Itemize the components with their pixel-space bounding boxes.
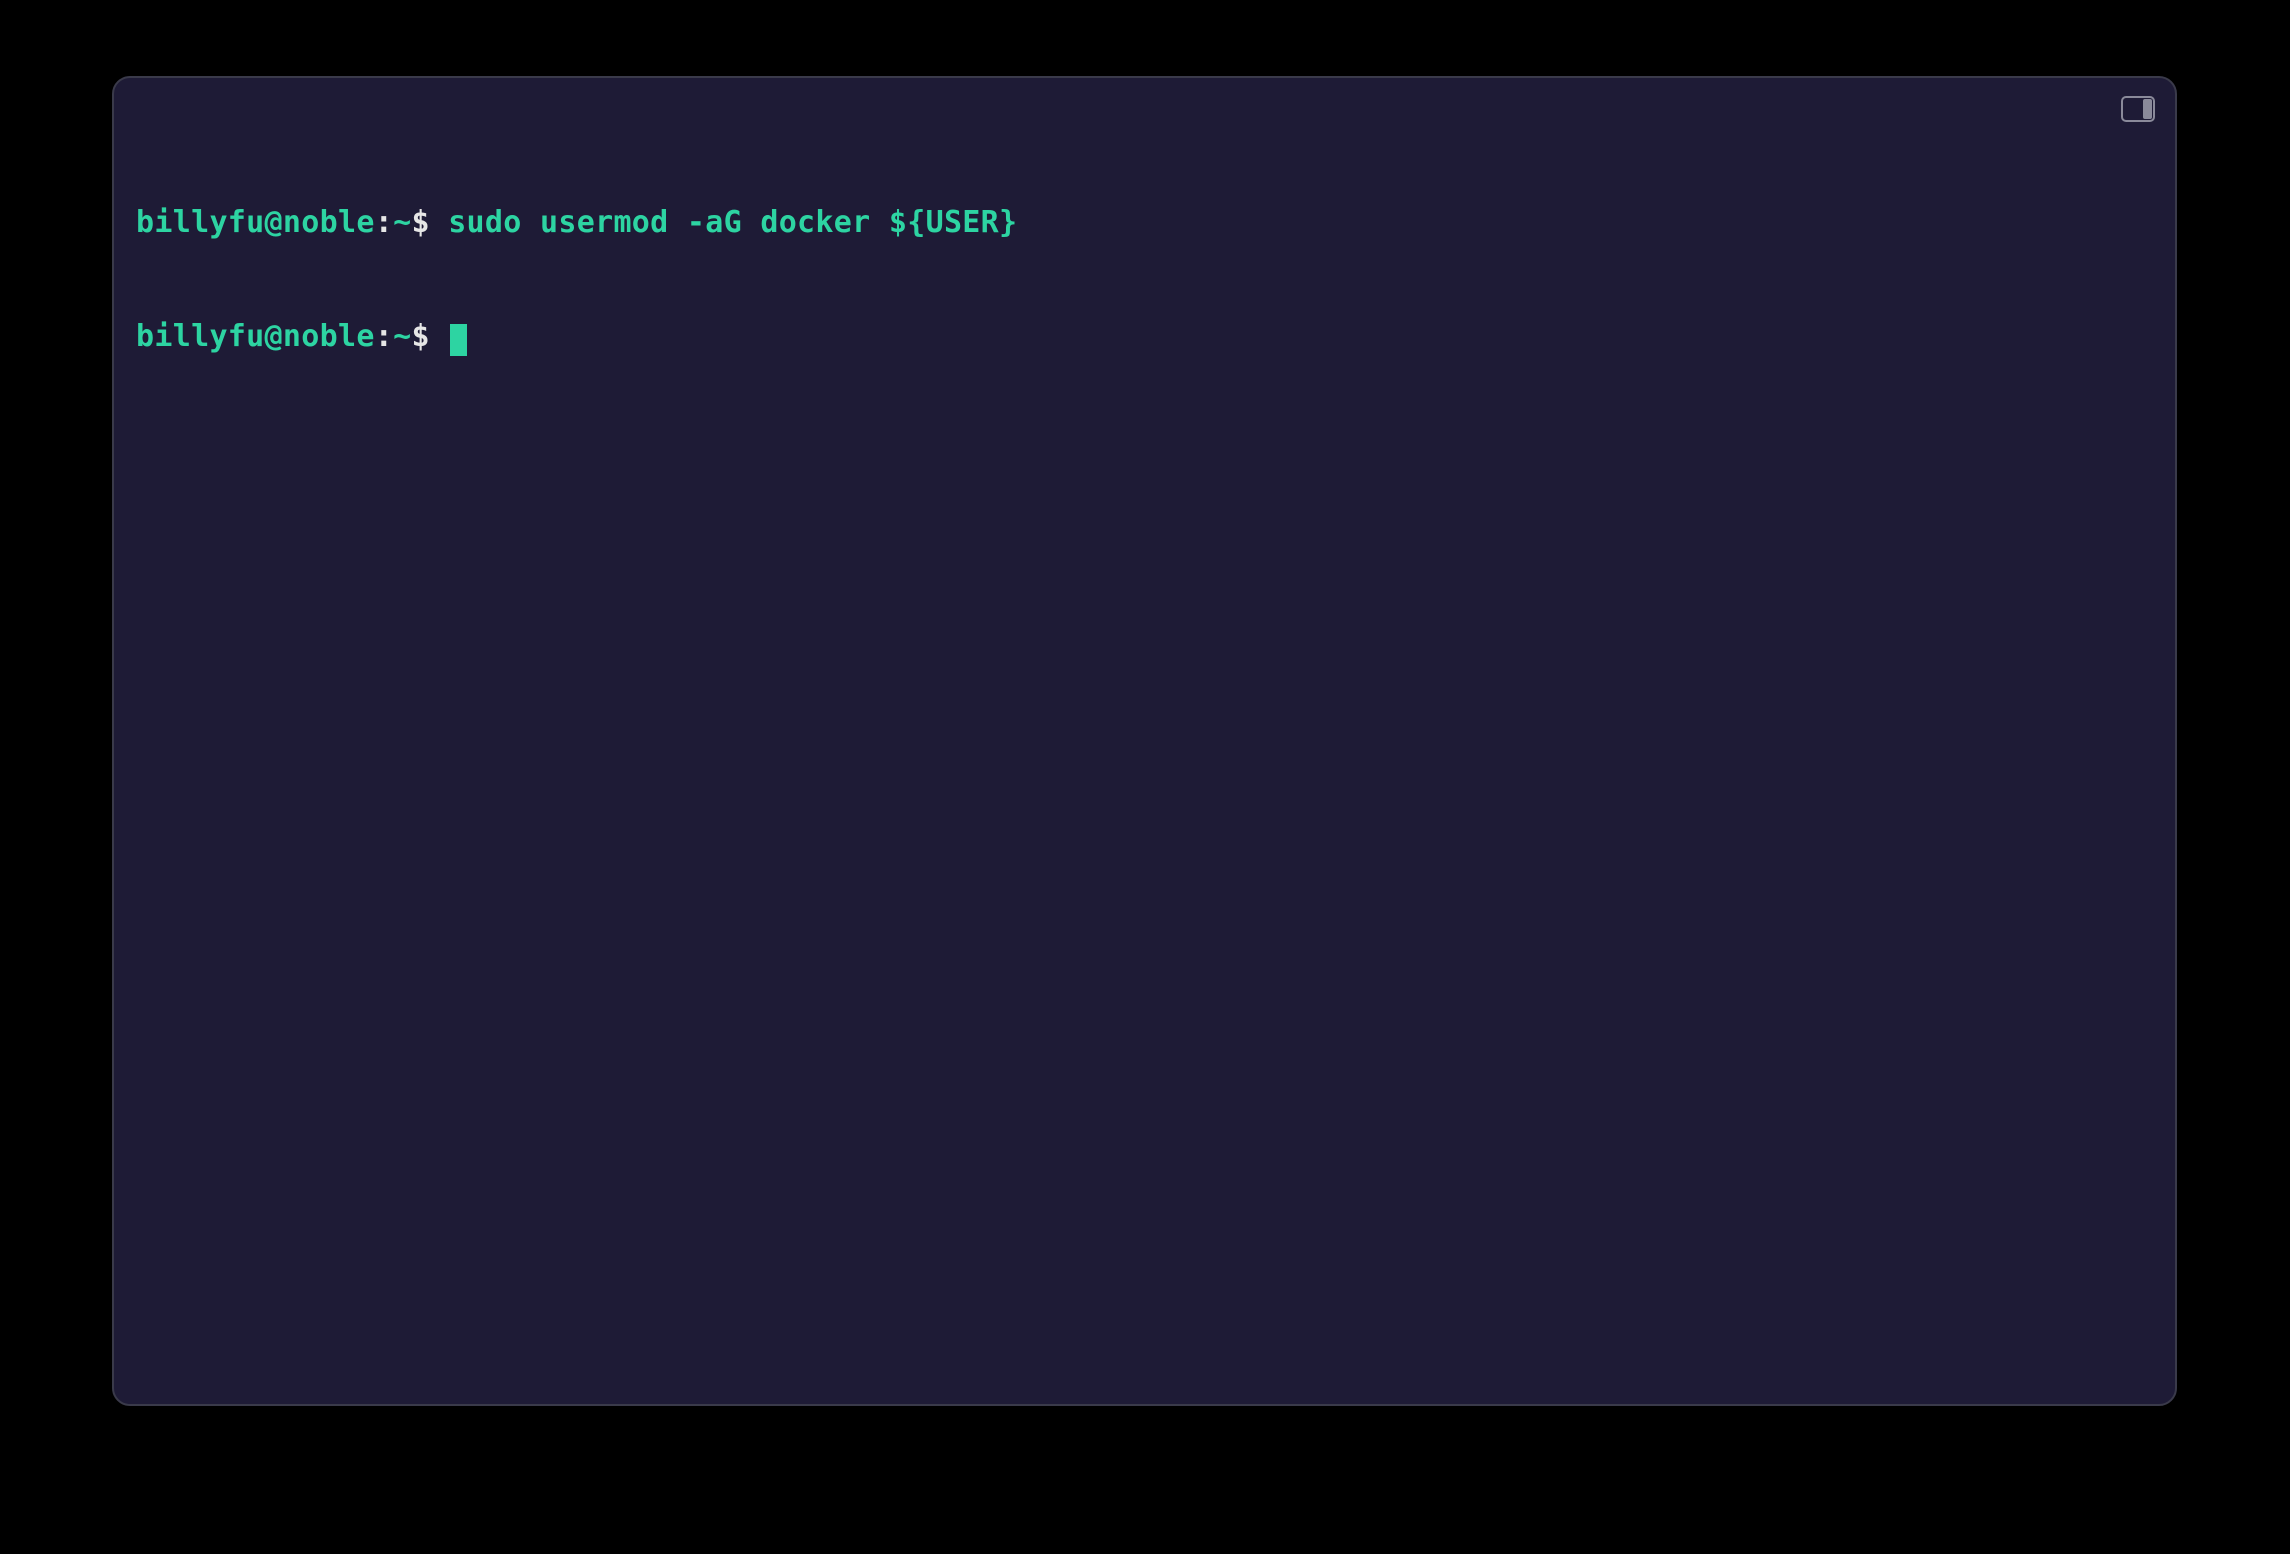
- prompt-user-host: billyfu@noble: [136, 205, 375, 240]
- terminal-window[interactable]: billyfu@noble:~$ sudo usermod -aG docker…: [112, 76, 2177, 1406]
- terminal-cursor: [450, 324, 467, 356]
- command-text: sudo usermod -aG docker ${USER}: [430, 205, 1018, 240]
- prompt-dollar: $: [411, 205, 429, 240]
- prompt-path: ~: [393, 205, 411, 240]
- command-text: [430, 319, 448, 354]
- terminal-line: billyfu@noble:~$ sudo usermod -aG docker…: [136, 204, 2153, 242]
- prompt-user-host: billyfu@noble: [136, 319, 375, 354]
- panel-right-icon[interactable]: [2121, 96, 2155, 122]
- prompt-separator: :: [375, 319, 393, 354]
- prompt-dollar: $: [411, 319, 429, 354]
- prompt-separator: :: [375, 205, 393, 240]
- terminal-content[interactable]: billyfu@noble:~$ sudo usermod -aG docker…: [136, 128, 2153, 432]
- terminal-line: billyfu@noble:~$: [136, 318, 2153, 356]
- prompt-path: ~: [393, 319, 411, 354]
